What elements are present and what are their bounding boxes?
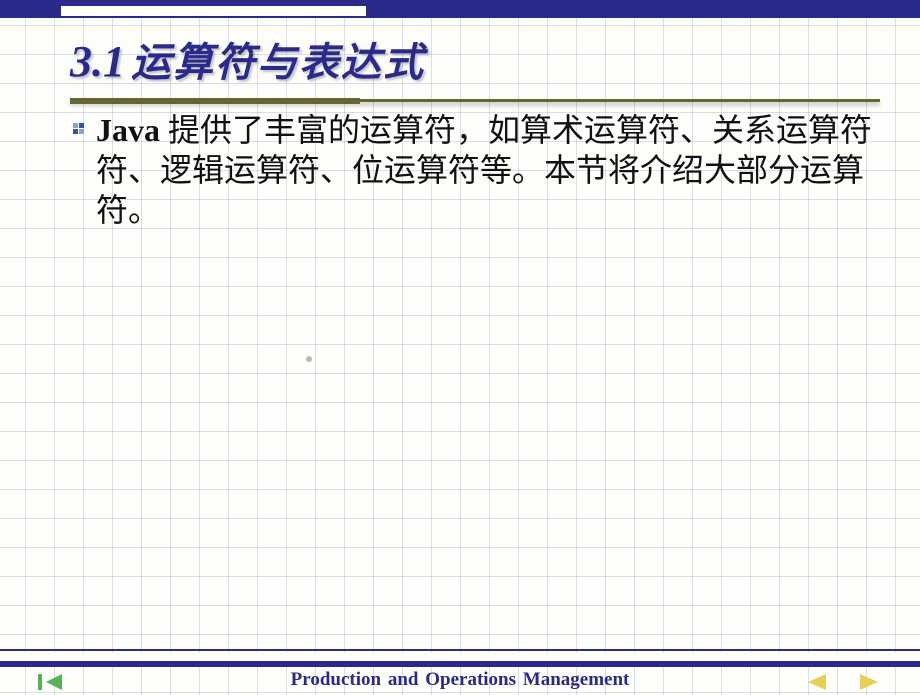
body-text: Java 提供了丰富的运算符，如算术运算符、关系运算符符、逻辑运算符、位运算符等… xyxy=(96,110,880,230)
heading-number: 3.1 xyxy=(70,37,125,86)
triangle-right-icon xyxy=(852,671,886,693)
heading-rule xyxy=(70,99,880,102)
footer-text: Production and Operations Management xyxy=(0,669,920,691)
skip-back-icon xyxy=(34,671,68,693)
diamond-bullet-icon xyxy=(70,120,88,138)
heading-text: 运算符与表达式 xyxy=(131,40,425,85)
nav-right-group xyxy=(800,671,886,693)
body-row: Java 提供了丰富的运算符，如算术运算符、关系运算符符、逻辑运算符、位运算符等… xyxy=(70,110,880,230)
nav-left-group xyxy=(34,671,68,693)
body-java-word: Java xyxy=(96,112,160,148)
center-marker-icon xyxy=(306,356,312,362)
bottom-border-track xyxy=(0,653,920,661)
top-border-fill-left xyxy=(0,6,61,16)
first-slide-button[interactable] xyxy=(34,671,68,693)
previous-slide-button[interactable] xyxy=(800,671,834,693)
slide-content: 3.1运算符与表达式 Java 提供了丰富的运算符，如算术运算符、关系运算符符、… xyxy=(70,32,880,230)
bottom-border-thick xyxy=(0,661,920,667)
triangle-left-icon xyxy=(800,671,834,693)
next-slide-button[interactable] xyxy=(852,671,886,693)
slide-heading: 3.1运算符与表达式 xyxy=(70,32,880,91)
heading-rule-thick xyxy=(70,98,360,104)
body-rest-text: 提供了丰富的运算符，如算术运算符、关系运算符符、逻辑运算符、位运算符等。本节将介… xyxy=(96,112,872,228)
top-border-fill-right xyxy=(366,6,920,16)
bottom-border-thin xyxy=(0,649,920,651)
